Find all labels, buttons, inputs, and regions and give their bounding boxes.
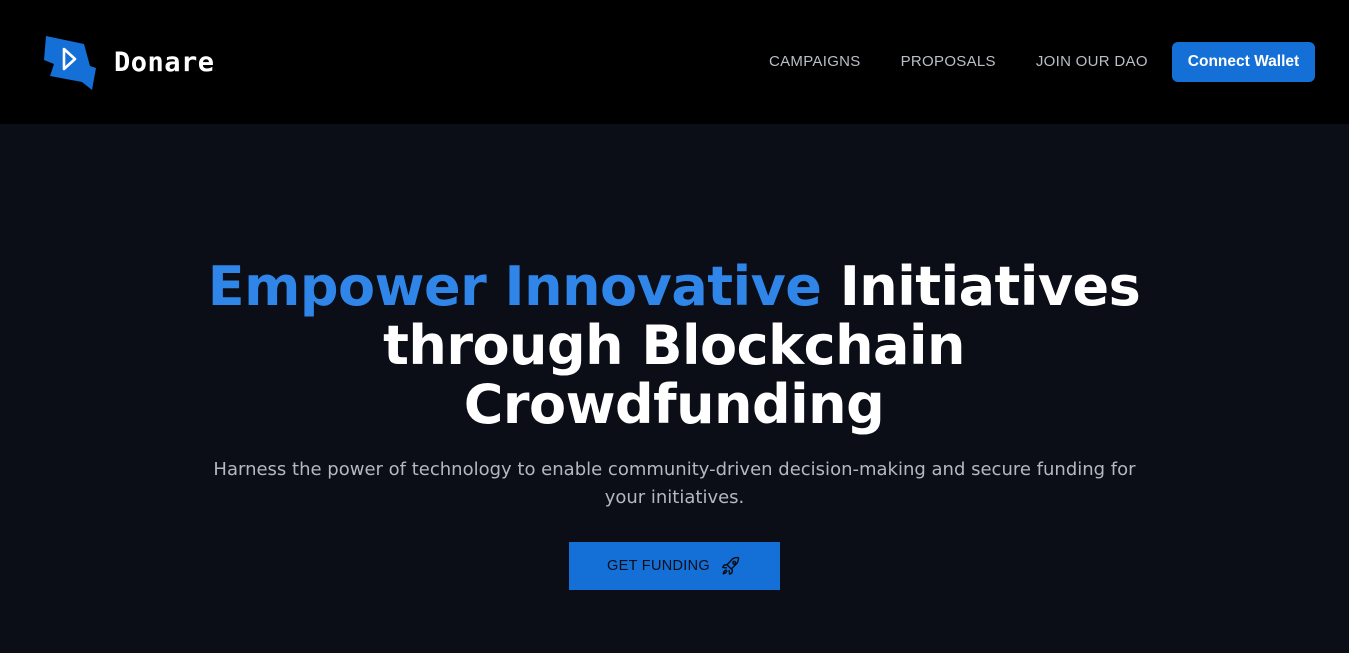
brand-name: Donare [114, 46, 215, 78]
headline-part-3: Crowdfunding [463, 373, 885, 436]
nav-link-proposals[interactable]: PROPOSALS [901, 53, 996, 70]
headline-accent: Empower Innovative [207, 255, 822, 318]
play-flag-logo-icon [44, 36, 96, 90]
headline-part-1: Initiatives [821, 255, 1141, 318]
connect-wallet-button[interactable]: Connect Wallet [1172, 42, 1315, 82]
hero-subtitle: Harness the power of technology to enabl… [213, 459, 1136, 508]
nav-link-campaigns[interactable]: CAMPAIGNS [769, 53, 861, 70]
hero-section: Empower Innovative Initiatives through Bl… [0, 124, 1349, 653]
nav-link-join-dao[interactable]: JOIN OUR DAO [1036, 53, 1148, 70]
main-nav: CAMPAIGNS PROPOSALS JOIN OUR DAO [769, 53, 1148, 70]
get-funding-button[interactable]: GET FUNDING [569, 542, 780, 590]
get-funding-label: GET FUNDING [607, 558, 710, 574]
brand-logo-link[interactable]: Donare [44, 34, 215, 90]
rocket-icon [721, 556, 740, 575]
top-navbar: Donare CAMPAIGNS PROPOSALS JOIN OUR DAO … [0, 0, 1349, 124]
headline-part-2: through Blockchain [383, 314, 965, 377]
hero-headline: Empower Innovative Initiatives through Bl… [174, 257, 1174, 434]
